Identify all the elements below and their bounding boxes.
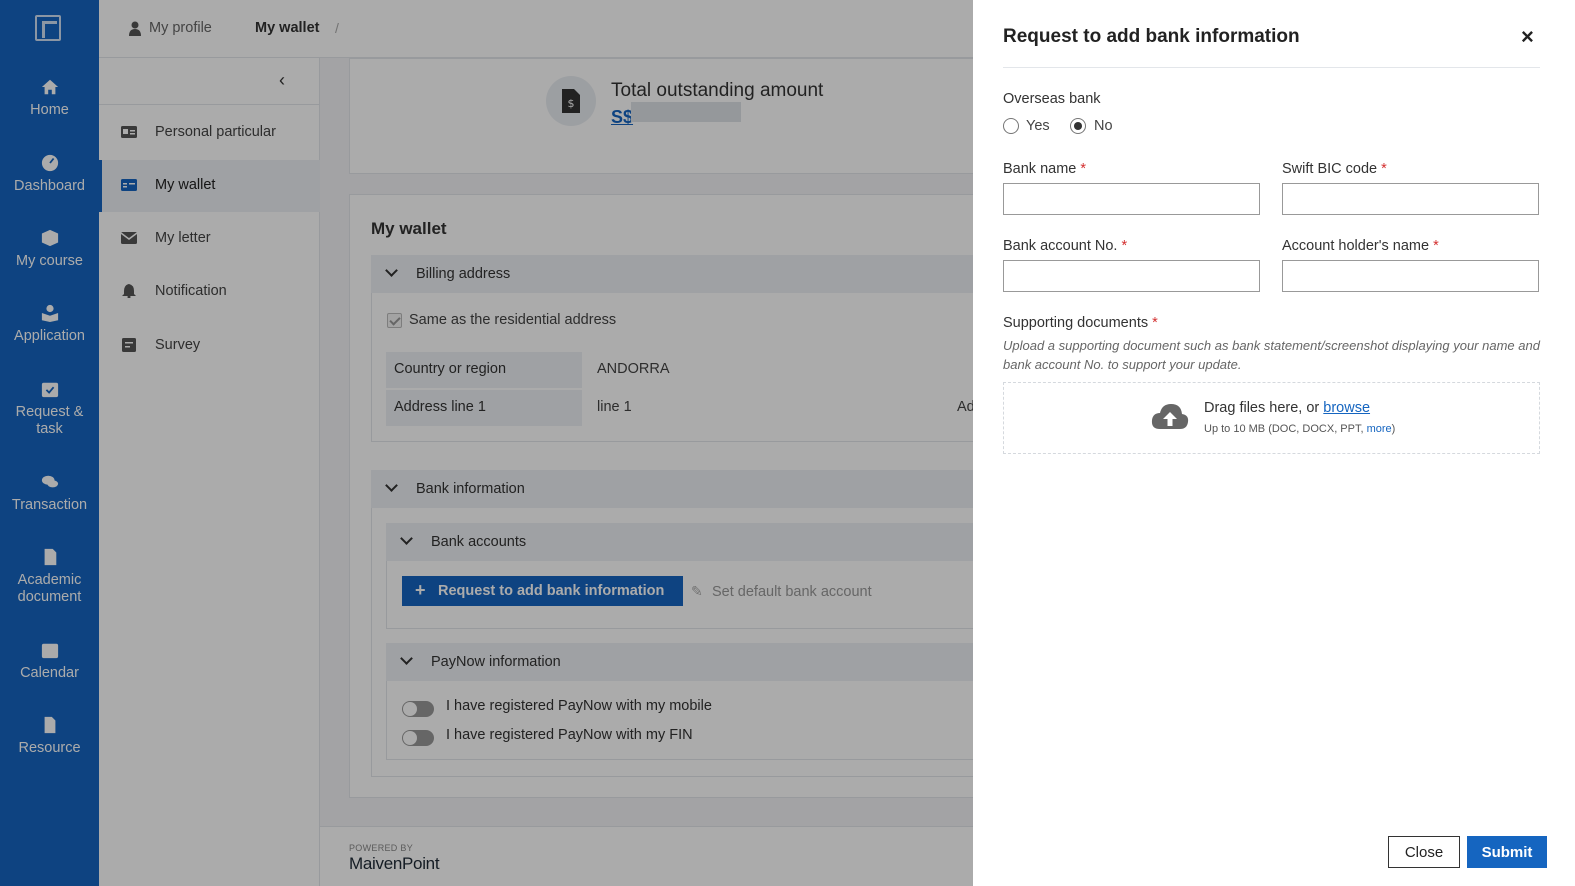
bank-name-label: Bank name * (1003, 161, 1086, 177)
holder-input[interactable] (1282, 260, 1539, 292)
label-text: Bank name (1003, 161, 1077, 177)
drop-limits-end: ) (1391, 423, 1396, 435)
bank-name-input[interactable] (1003, 183, 1260, 215)
drop-limits: Up to 10 MB (DOC, DOCX, PPT, more) (1204, 423, 1395, 435)
required-mark: * (1152, 315, 1158, 331)
account-no-label: Bank account No. * (1003, 238, 1127, 254)
label-text: Swift BIC code (1282, 161, 1378, 177)
account-no-input[interactable] (1003, 260, 1260, 292)
close-button[interactable]: Close (1388, 836, 1460, 868)
required-mark: * (1080, 161, 1087, 177)
overseas-yes-label: Yes (1026, 118, 1050, 134)
submit-button[interactable]: Submit (1467, 836, 1547, 868)
close-icon[interactable]: × (1521, 24, 1534, 50)
overseas-no-radio[interactable] (1070, 118, 1086, 134)
overseas-no-label: No (1094, 118, 1113, 134)
more-link[interactable]: more (1367, 423, 1392, 435)
holder-label: Account holder's name * (1282, 238, 1439, 254)
cloud-upload-icon (1151, 404, 1189, 429)
swift-label: Swift BIC code * (1282, 161, 1387, 177)
label-text: Bank account No. (1003, 238, 1118, 254)
required-mark: * (1381, 161, 1387, 177)
drop-text-label: Drag files here, or (1204, 400, 1324, 416)
required-mark: * (1433, 238, 1439, 254)
swift-input[interactable] (1282, 183, 1539, 215)
file-dropzone[interactable]: Drag files here, or browse Up to 10 MB (… (1003, 382, 1540, 454)
add-bank-drawer: Request to add bank information × Overse… (973, 0, 1575, 886)
docs-label: Supporting documents * (1003, 315, 1158, 331)
browse-link[interactable]: browse (1323, 400, 1370, 416)
divider (1003, 67, 1540, 68)
overseas-yes-radio[interactable] (1003, 118, 1019, 134)
overseas-label: Overseas bank (1003, 91, 1101, 107)
drop-limits-text: Up to 10 MB (DOC, DOCX, PPT, (1204, 423, 1367, 435)
label-text: Account holder's name (1282, 238, 1430, 254)
drawer-title: Request to add bank information (1003, 26, 1300, 47)
required-mark: * (1121, 238, 1128, 254)
label-text: Supporting documents (1003, 315, 1149, 331)
docs-hint: Upload a supporting document such as ban… (1003, 338, 1540, 372)
drop-text: Drag files here, or browse (1204, 400, 1370, 416)
